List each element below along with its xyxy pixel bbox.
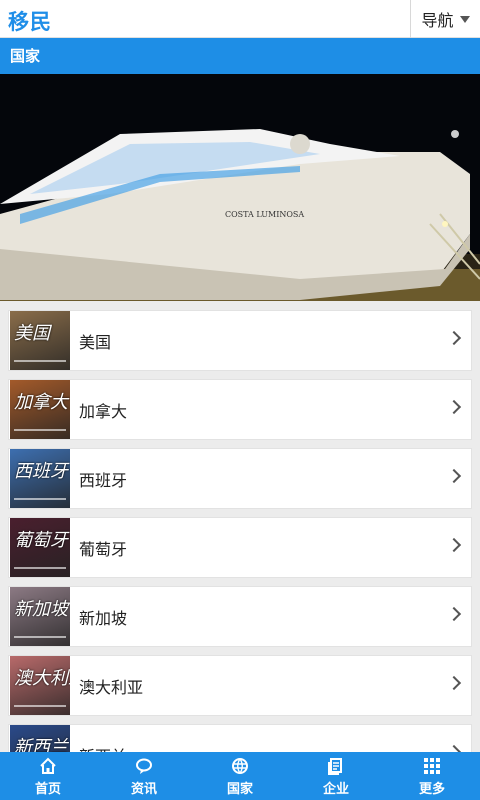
chevron-right-icon [446, 330, 462, 346]
nav-label: 导航 [421, 11, 454, 30]
nav-dropdown-button[interactable]: 导航 [410, 0, 480, 38]
country-name: 澳大利亚 [79, 677, 144, 697]
country-thumbnail: 新加坡 [10, 587, 70, 646]
thumbnail-caption: 葡萄牙 [14, 530, 68, 551]
country-thumbnail: 美国 [10, 311, 70, 370]
country-list-item[interactable]: 葡萄牙 葡萄牙 [8, 517, 472, 578]
tab-news[interactable]: 资讯 [96, 752, 192, 800]
chevron-right-icon [446, 744, 462, 752]
ship-name: COSTA LUMINOSA [225, 210, 304, 219]
thumbnail-stripe [14, 429, 66, 431]
tab-home-label: 首页 [34, 781, 61, 797]
thumbnail-stripe [14, 360, 66, 362]
country-name: 新加坡 [79, 608, 128, 628]
tab-more-label: 更多 [418, 781, 445, 797]
country-list-item[interactable]: 加拿大 加拿大 [8, 379, 472, 440]
document-icon [328, 757, 342, 775]
country-name: 加拿大 [79, 401, 128, 421]
thumbnail-caption: 美国 [14, 323, 50, 344]
country-thumbnail: 加拿大 [10, 380, 70, 439]
thumbnail-caption: 新西兰 [14, 737, 68, 752]
thumbnail-stripe [14, 705, 66, 707]
chevron-right-icon [446, 606, 462, 622]
section-title: 国家 [0, 38, 480, 74]
globe-icon [232, 757, 248, 774]
thumbnail-caption: 澳大利亚 [14, 668, 70, 689]
country-name: 葡萄牙 [79, 539, 128, 559]
country-name: 美国 [79, 332, 112, 352]
country-list-item[interactable]: 新西兰 新西兰 [8, 724, 472, 752]
tab-home[interactable]: 首页 [0, 752, 96, 800]
thumbnail-caption: 新加坡 [14, 599, 68, 620]
country-list-item[interactable]: 西班牙 西班牙 [8, 448, 472, 509]
thumbnail-stripe [14, 567, 66, 569]
tab-enterprise-label: 企业 [322, 781, 349, 797]
grid-icon [424, 757, 440, 774]
country-name: 新西兰 [79, 743, 127, 753]
cruise-ship-image: COSTA LUMINOSA [0, 74, 480, 301]
app-logo: 移民 [8, 10, 52, 34]
thumbnail-stripe [14, 498, 66, 500]
country-name: 西班牙 [79, 470, 128, 490]
country-thumbnail: 澳大利亚 [10, 656, 70, 715]
thumbnail-caption: 西班牙 [14, 461, 68, 482]
country-list-item[interactable]: 澳大利亚澳大利亚 [8, 655, 472, 716]
tab-countries[interactable]: 国家 [192, 752, 288, 800]
chevron-right-icon [446, 399, 462, 415]
chat-icon [136, 758, 152, 774]
country-thumbnail: 西班牙 [10, 449, 70, 508]
tab-countries-label: 国家 [226, 781, 253, 797]
country-thumbnail: 葡萄牙 [10, 518, 70, 577]
country-list-item[interactable]: 美国 美国 [8, 310, 472, 371]
country-list-item[interactable]: 新加坡 新加坡 [8, 586, 472, 647]
country-thumbnail: 新西兰 [10, 725, 70, 752]
cruise-ship-banner[interactable]: COSTA LUMINOSA [0, 74, 480, 301]
caret-down-icon [459, 15, 470, 23]
top-bar: 移民 导航 [0, 0, 480, 38]
thumbnail-caption: 加拿大 [14, 392, 68, 413]
bottom-tab-bar: 首页 资讯 国家 企业 更多 [0, 752, 480, 800]
tab-news-label: 资讯 [130, 781, 157, 797]
tab-enterprise[interactable]: 企业 [288, 752, 384, 800]
tab-more[interactable]: 更多 [384, 752, 480, 800]
country-list: 美国美国加拿大加拿大西班牙西班牙葡萄牙葡萄牙新加坡新加坡澳大利亚澳大利亚新西兰新… [0, 301, 480, 752]
thumbnail-stripe [14, 636, 66, 638]
home-icon [40, 757, 56, 774]
chevron-right-icon [446, 468, 462, 484]
chevron-right-icon [446, 675, 462, 691]
chevron-right-icon [446, 537, 462, 553]
